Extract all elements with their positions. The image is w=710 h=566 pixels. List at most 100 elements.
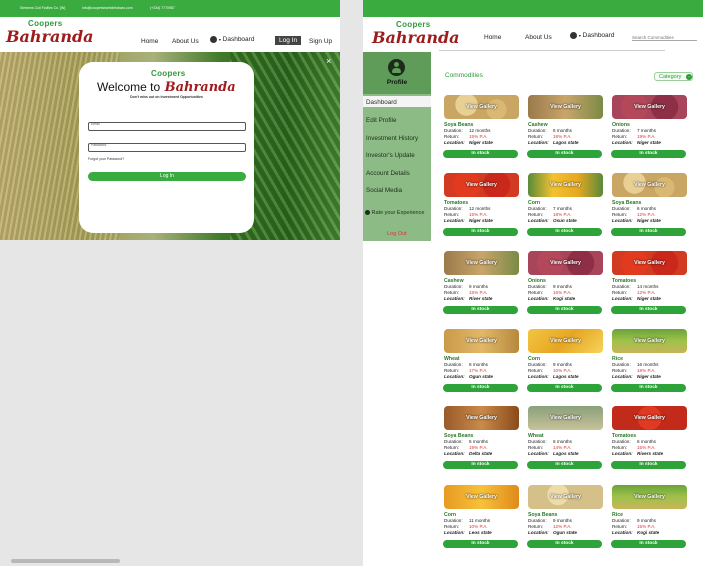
logo-main-text: Bahranda xyxy=(6,27,94,46)
in-stock-button[interactable]: In stock xyxy=(443,461,518,469)
in-stock-button[interactable]: In stock xyxy=(527,306,602,314)
welcome-text: Welcome to xyxy=(97,80,161,94)
forgot-password-link[interactable]: Forgot your Password? xyxy=(88,157,124,161)
view-gallery-button[interactable]: View Gallery xyxy=(444,338,519,344)
view-gallery-button[interactable]: View Gallery xyxy=(444,182,519,188)
signup-button[interactable]: Sign Up xyxy=(309,38,332,45)
right-logo[interactable]: Coopers Bahranda xyxy=(372,20,460,50)
commodity-image[interactable]: View Gallery xyxy=(444,329,519,353)
sidebar-item-social-media[interactable]: Social Media xyxy=(366,187,402,194)
rate-experience[interactable]: Rate your Experience xyxy=(365,210,424,216)
location-row: Location: Kogi state xyxy=(612,530,660,535)
in-stock-button[interactable]: In stock xyxy=(611,306,686,314)
view-gallery-button[interactable]: View Gallery xyxy=(612,494,687,500)
nav-dashboard[interactable]: ▾ Dashboard xyxy=(210,36,254,43)
header: Coopers Bahranda Home About Us ▾ Dashboa… xyxy=(0,17,340,52)
login-button[interactable]: Log In xyxy=(275,36,302,45)
commodity-image[interactable]: View Gallery xyxy=(528,95,603,119)
commodity-image[interactable]: View Gallery xyxy=(612,406,687,430)
search-input[interactable] xyxy=(632,34,697,41)
commodity-image[interactable]: View Gallery xyxy=(444,485,519,509)
email-field[interactable] xyxy=(88,122,246,131)
duration-row: Duration: 14 months xyxy=(612,284,659,289)
commodity-image[interactable]: View Gallery xyxy=(528,329,603,353)
location-row: Location: Ogun state xyxy=(444,374,493,379)
view-gallery-button[interactable]: View Gallery xyxy=(528,104,603,110)
view-gallery-button[interactable]: View Gallery xyxy=(528,415,603,421)
location-row: Location: Niger state xyxy=(612,374,661,379)
commodity-image[interactable]: View Gallery xyxy=(444,173,519,197)
contact-email[interactable]: info@coopersbombinfobaro.com xyxy=(82,6,133,10)
commodity-image[interactable]: View Gallery xyxy=(444,251,519,275)
logout-link[interactable]: Log Out xyxy=(387,231,407,237)
commodity-image[interactable]: View Gallery xyxy=(612,173,687,197)
view-gallery-button[interactable]: View Gallery xyxy=(612,415,687,421)
horizontal-scrollbar[interactable] xyxy=(11,559,120,563)
duration-row: Duration: 8 months xyxy=(444,362,488,367)
commodity-image[interactable]: View Gallery xyxy=(528,251,603,275)
modal-login-button[interactable]: Log In xyxy=(88,172,246,181)
right-nav-home[interactable]: Home xyxy=(484,34,501,41)
in-stock-button[interactable]: In stock xyxy=(611,540,686,548)
password-field[interactable] xyxy=(88,143,246,152)
commodity-image[interactable]: View Gallery xyxy=(612,329,687,353)
commodity-image[interactable]: View Gallery xyxy=(612,251,687,275)
view-gallery-button[interactable]: View Gallery xyxy=(612,260,687,266)
logo[interactable]: Coopers Bahranda xyxy=(6,19,94,49)
nav-home[interactable]: Home xyxy=(141,38,158,45)
sidebar-profile-block[interactable]: Profile xyxy=(363,52,431,94)
in-stock-button[interactable]: In stock xyxy=(527,461,602,469)
commodity-image[interactable]: View Gallery xyxy=(528,173,603,197)
in-stock-button[interactable]: In stock xyxy=(443,228,518,236)
duration-row: Duration: 7 months xyxy=(612,128,656,133)
in-stock-button[interactable]: In stock xyxy=(443,384,518,392)
in-stock-button[interactable]: In stock xyxy=(527,540,602,548)
contact-phone[interactable]: (+234) 7770987 xyxy=(150,6,175,10)
commodity-image[interactable]: View Gallery xyxy=(612,485,687,509)
commodity-image[interactable]: View Gallery xyxy=(528,406,603,430)
in-stock-button[interactable]: In stock xyxy=(611,461,686,469)
duration-row: Duration: 9 months xyxy=(612,518,656,523)
view-gallery-button[interactable]: View Gallery xyxy=(612,338,687,344)
star-icon xyxy=(365,210,370,216)
return-row: Return: 16% P.A. xyxy=(528,290,572,295)
sidebar-item-account-details[interactable]: Account Details xyxy=(366,170,410,177)
in-stock-button[interactable]: In stock xyxy=(443,150,518,158)
in-stock-button[interactable]: In stock xyxy=(443,540,518,548)
sidebar-item-investment-history[interactable]: Investment History xyxy=(366,135,418,142)
in-stock-button[interactable]: In stock xyxy=(527,150,602,158)
modal-welcome: Welcome to Bahranda xyxy=(97,78,236,96)
sidebar-item-edit-profile[interactable]: Edit Profile xyxy=(366,117,396,124)
view-gallery-button[interactable]: View Gallery xyxy=(444,415,519,421)
view-gallery-button[interactable]: View Gallery xyxy=(528,260,603,266)
commodity-image[interactable]: View Gallery xyxy=(528,485,603,509)
close-icon[interactable]: × xyxy=(326,56,331,66)
view-gallery-button[interactable]: View Gallery xyxy=(444,104,519,110)
in-stock-button[interactable]: In stock xyxy=(527,228,602,236)
in-stock-button[interactable]: In stock xyxy=(611,384,686,392)
view-gallery-button[interactable]: View Gallery xyxy=(612,182,687,188)
return-row: Return: 12% P.A. xyxy=(528,524,572,529)
view-gallery-button[interactable]: View Gallery xyxy=(528,182,603,188)
commodity-image[interactable]: View Gallery xyxy=(444,406,519,430)
in-stock-button[interactable]: In stock xyxy=(611,150,686,158)
right-nav-dashboard-label: Dashboard xyxy=(582,32,615,40)
view-gallery-button[interactable]: View Gallery xyxy=(444,260,519,266)
in-stock-button[interactable]: In stock xyxy=(527,384,602,392)
in-stock-button[interactable]: In stock xyxy=(611,228,686,236)
right-header: Coopers Bahranda Home About Us ▾ Dashboa… xyxy=(363,17,703,52)
view-gallery-button[interactable]: View Gallery xyxy=(528,338,603,344)
duration-row: Duration: 9 months xyxy=(444,284,488,289)
view-gallery-button[interactable]: View Gallery xyxy=(528,494,603,500)
right-nav-about[interactable]: About Us xyxy=(525,34,552,41)
view-gallery-button[interactable]: View Gallery xyxy=(444,494,519,500)
commodity-image[interactable]: View Gallery xyxy=(612,95,687,119)
view-gallery-button[interactable]: View Gallery xyxy=(612,104,687,110)
location-row: Location: Osun state xyxy=(528,218,577,223)
sidebar-item-investors-update[interactable]: Investor's Update xyxy=(366,152,415,159)
nav-about[interactable]: About Us xyxy=(172,38,199,45)
right-nav-dashboard[interactable]: ▾ Dashboard xyxy=(570,32,614,39)
commodity-image[interactable]: View Gallery xyxy=(444,95,519,119)
category-button[interactable]: Category › xyxy=(654,72,693,81)
in-stock-button[interactable]: In stock xyxy=(443,306,518,314)
